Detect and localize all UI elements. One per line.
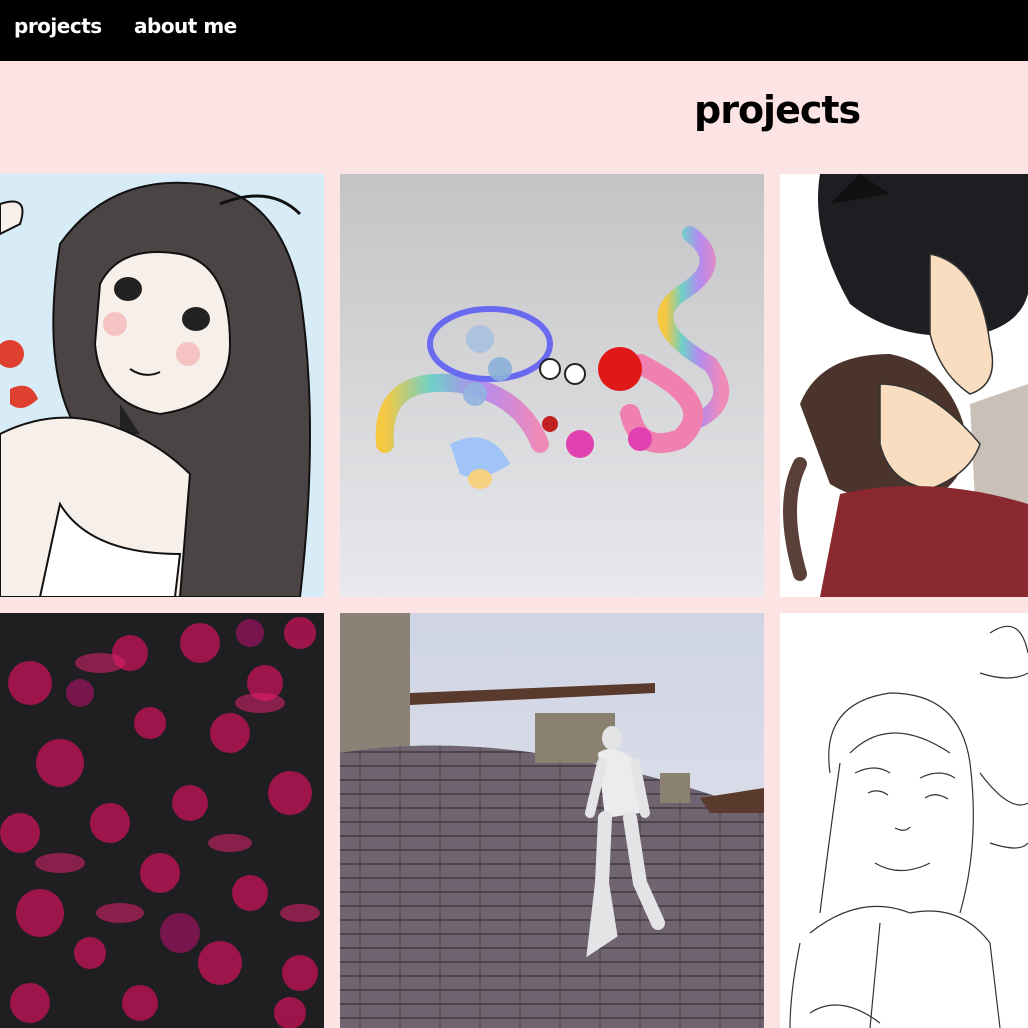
project-thumbnail-3d-render[interactable] [340, 174, 764, 597]
pink-bubbles-art [0, 613, 324, 1028]
page-title: projects [694, 88, 861, 132]
project-thumbnail-game-scene[interactable] [340, 613, 764, 1028]
anime-girl-illustration [0, 174, 324, 597]
couple-illustration [780, 174, 1028, 597]
project-thumbnail-abstract-bubbles[interactable] [0, 613, 324, 1028]
pencil-sketch [780, 613, 1028, 1028]
nav-link-about-me[interactable]: about me [134, 14, 237, 38]
project-thumbnail-pencil-sketch[interactable] [780, 613, 1028, 1028]
nav-link-projects[interactable]: projects [14, 14, 102, 38]
3d-tubes-render [340, 174, 764, 597]
project-thumbnail-couple-illustration[interactable] [780, 174, 1028, 597]
project-thumbnail-anime-girl[interactable] [0, 174, 324, 597]
top-navigation-bar: projects about me [0, 0, 1028, 61]
mannequin-game-scene [340, 613, 764, 1028]
